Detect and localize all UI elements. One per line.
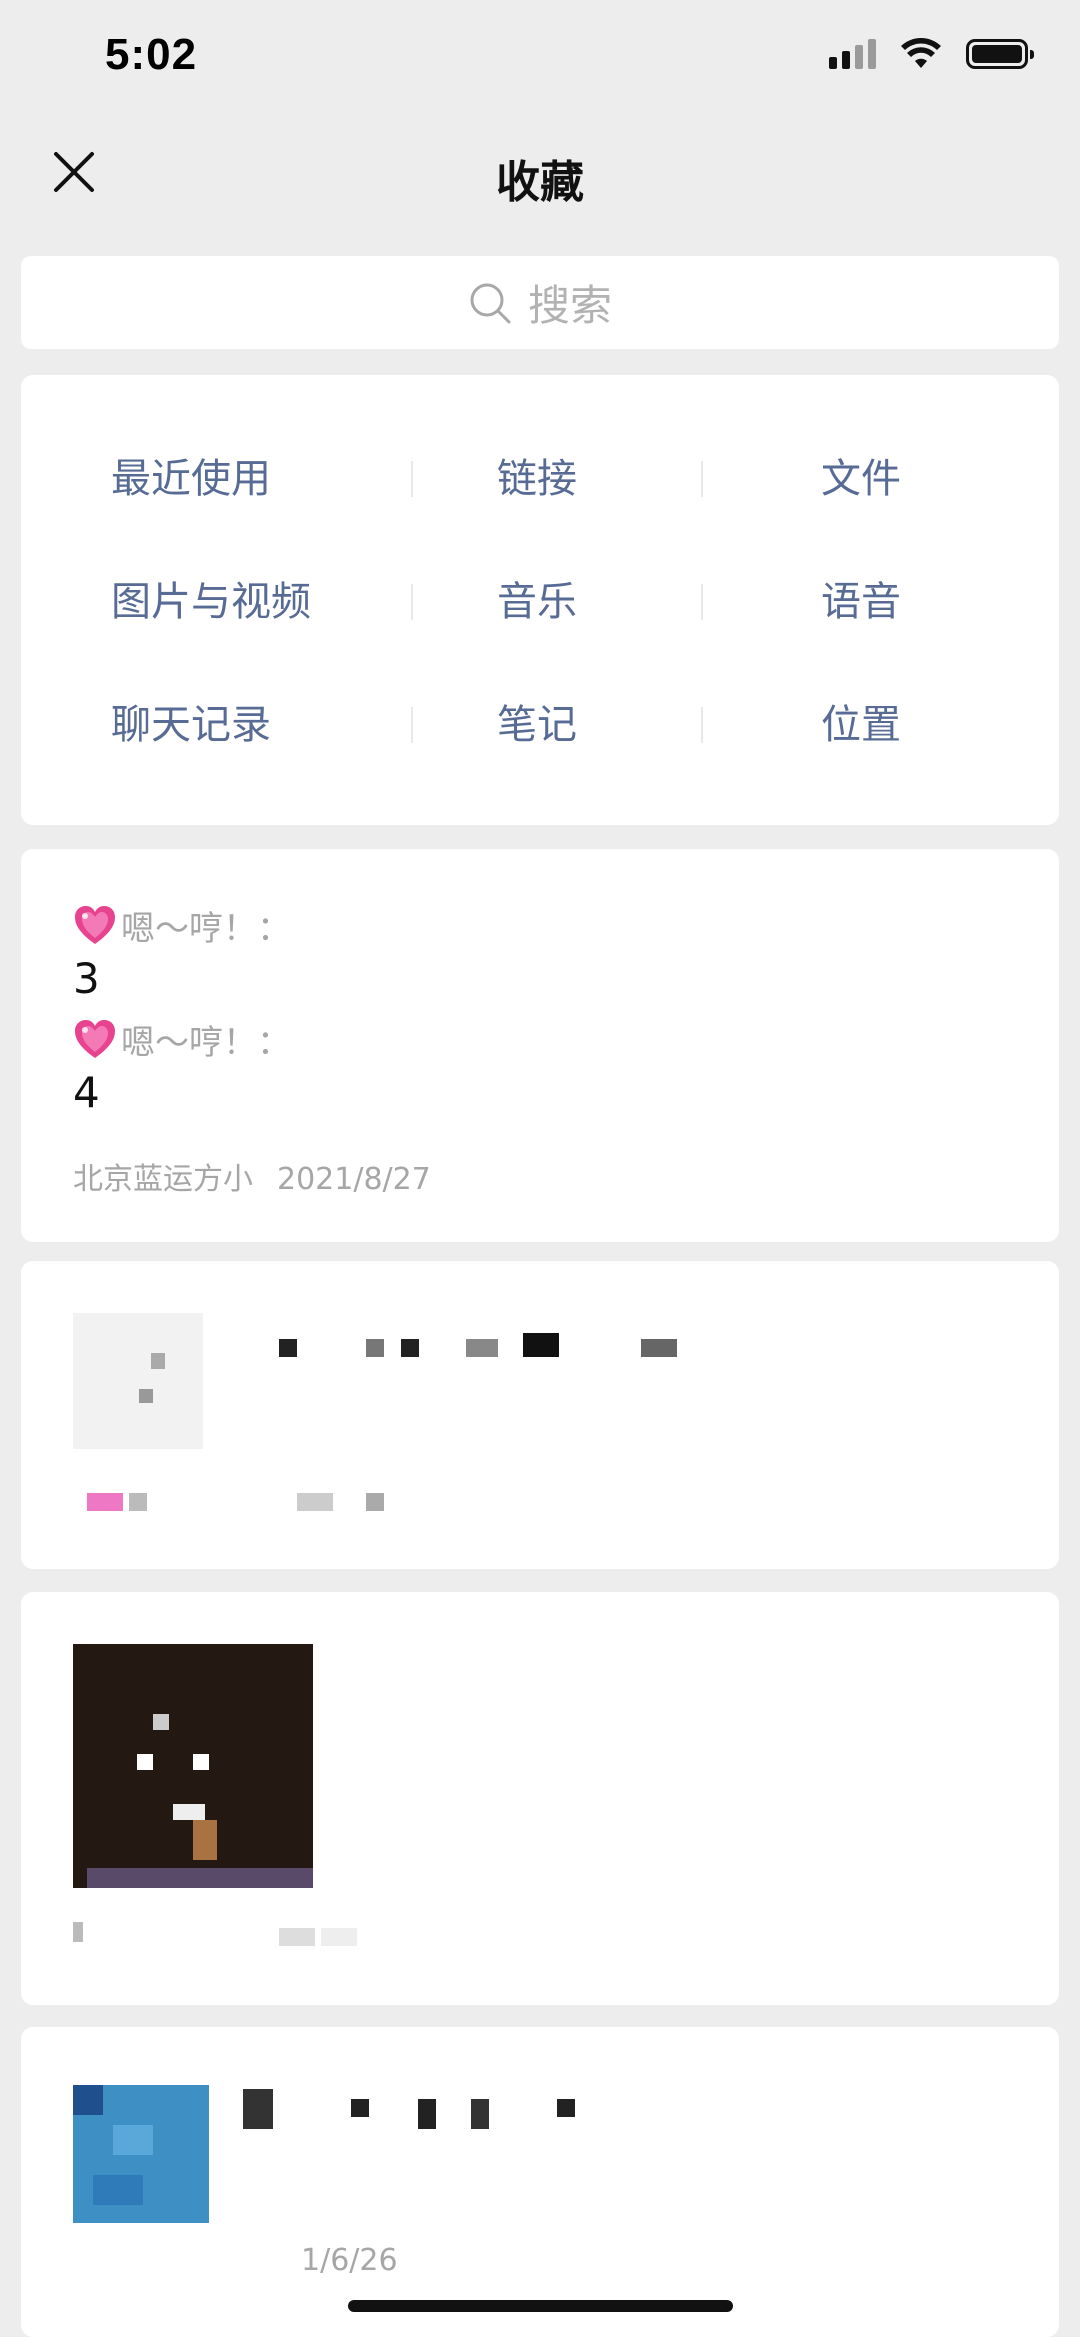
category-links[interactable]: 链接 — [497, 439, 577, 519]
category-chat-history[interactable]: 聊天记录 — [111, 685, 271, 765]
category-images-videos[interactable]: 图片与视频 — [111, 562, 311, 642]
status-bar: 5:02 — [0, 0, 1080, 120]
category-row: 聊天记录 笔记 位置 — [21, 685, 1059, 765]
divider — [411, 461, 413, 497]
sender-name: 嗯～哼！： — [121, 909, 291, 949]
favorite-item-chat-record[interactable]: 嗯～哼！： 3 嗯～哼！： 4 北京蓝运方小 2021/8/27 — [21, 849, 1059, 1242]
redacted-pixel — [297, 1493, 333, 1511]
redacted-pixel — [279, 1928, 315, 1946]
redacted-pixel — [73, 1922, 83, 1942]
search-placeholder: 搜索 — [527, 281, 612, 330]
redacted-pixel — [366, 1339, 384, 1357]
wifi-icon — [901, 38, 941, 68]
redacted-pixel — [243, 2089, 273, 2129]
navigation-bar: 收藏 — [0, 120, 1080, 240]
page-title: 收藏 — [496, 157, 584, 208]
sender-name: 嗯～哼！： — [121, 1023, 291, 1063]
category-row: 最近使用 链接 文件 — [21, 439, 1059, 519]
category-row: 图片与视频 音乐 语音 — [21, 562, 1059, 642]
sparkling-heart-icon — [75, 1019, 115, 1058]
category-panel: 最近使用 链接 文件 图片与视频 音乐 语音 聊天记录 笔记 位置 — [21, 375, 1059, 825]
redacted-pixel — [557, 2099, 575, 2117]
status-icons — [829, 38, 1034, 70]
category-music[interactable]: 音乐 — [497, 562, 577, 642]
redacted-pixel — [471, 2099, 489, 2129]
favorite-item-redacted[interactable]: 1/6/26 — [21, 2027, 1059, 2337]
search-input[interactable]: 搜索 — [21, 256, 1059, 349]
category-files[interactable]: 文件 — [821, 439, 901, 519]
redacted-pixel — [321, 1928, 357, 1946]
redacted-pixel — [351, 2099, 369, 2117]
redacted-pixel — [523, 1333, 559, 1357]
redacted-pixel — [418, 2099, 436, 2129]
favorite-item-image[interactable] — [21, 1592, 1059, 2005]
chat-sender: 嗯～哼！： — [73, 1015, 291, 1064]
redacted-pixel — [641, 1339, 677, 1357]
chat-message: 3 — [73, 954, 100, 1003]
category-recent[interactable]: 最近使用 — [111, 439, 271, 519]
divider — [701, 707, 703, 743]
home-indicator — [348, 2300, 733, 2312]
sparkling-heart-icon — [75, 905, 115, 944]
divider — [701, 461, 703, 497]
redacted-pixel — [87, 1493, 123, 1511]
divider — [411, 584, 413, 620]
thumbnail-redacted — [73, 1313, 203, 1449]
redacted-pixel — [279, 1339, 297, 1357]
search-icon — [470, 283, 511, 323]
favorite-date: 1/6/26 — [301, 2243, 398, 2278]
redacted-pixel — [366, 1493, 384, 1511]
thumbnail-redacted — [73, 2085, 209, 2223]
battery-icon — [966, 39, 1034, 69]
chat-message: 4 — [73, 1068, 100, 1117]
chat-sender: 嗯～哼！： — [73, 901, 291, 950]
category-notes[interactable]: 笔记 — [497, 685, 577, 765]
redacted-pixel — [401, 1339, 419, 1357]
favorite-item-redacted[interactable] — [21, 1261, 1059, 1569]
redacted-pixel — [129, 1493, 147, 1511]
category-location[interactable]: 位置 — [821, 685, 901, 765]
status-time: 5:02 — [105, 30, 198, 79]
divider — [701, 584, 703, 620]
category-voice[interactable]: 语音 — [821, 562, 901, 642]
favorite-date: 2021/8/27 — [277, 1162, 431, 1197]
cellular-signal-icon — [829, 39, 876, 69]
favorite-meta: 北京蓝运方小 2021/8/27 — [73, 1154, 431, 1198]
image-thumbnail-redacted — [73, 1644, 313, 1888]
divider — [411, 707, 413, 743]
favorite-source: 北京蓝运方小 — [73, 1162, 253, 1197]
redacted-pixel — [466, 1339, 498, 1357]
